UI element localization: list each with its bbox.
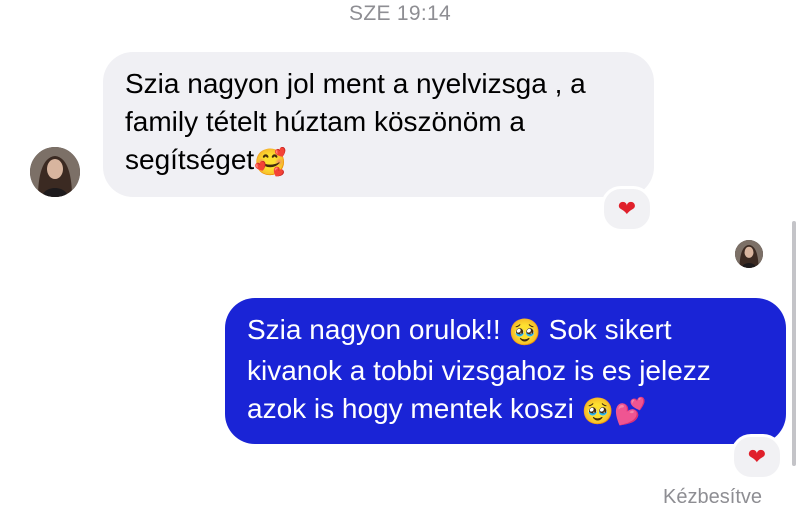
chat-thread: SZE 19:14 Szia nagyon jol ment a nyelviz… [0, 0, 800, 521]
message-timestamp: SZE 19:14 [349, 2, 451, 25]
heart-icon: ❤ [747, 444, 767, 469]
sender-avatar[interactable] [30, 147, 80, 197]
scrollbar[interactable] [792, 221, 796, 466]
smiling-face-with-hearts-emoji: 🥰 [254, 148, 287, 178]
outgoing-message-line: kivanok a tobbi vizsgahoz is es jelezz [247, 355, 711, 386]
outgoing-message-line: Szia nagyon orulok!! 🥹 Sok sikert [247, 311, 764, 352]
incoming-message-bubble[interactable]: Szia nagyon jol ment a nyelvizsga , a fa… [103, 52, 654, 197]
outgoing-message-bubble[interactable]: Szia nagyon orulok!! 🥹 Sok sikert kivano… [225, 298, 786, 444]
heart-reaction-outgoing[interactable]: ❤ [731, 434, 783, 480]
two-hearts-emoji: 💕 [613, 397, 647, 427]
heart-reaction-incoming[interactable]: ❤ [601, 186, 653, 232]
pleading-face-emoji: 🥹 [581, 397, 614, 427]
outgoing-message-text: Sok sikert [540, 314, 672, 345]
delivery-status: Kézbesítve [663, 486, 762, 508]
outgoing-message-line: azok is hogy mentek koszi 🥹💕 [247, 390, 764, 431]
incoming-message-line: family tételt húztam köszönöm a [125, 106, 525, 137]
heart-icon: ❤ [617, 196, 637, 221]
incoming-message-line: segítséget🥰 [125, 141, 632, 182]
outgoing-message-text: azok is hogy mentek koszi [247, 393, 582, 424]
outgoing-message-text: Szia nagyon orulok!! [247, 314, 509, 345]
incoming-message-text: segítséget [125, 144, 255, 175]
incoming-message-line: Szia nagyon jol ment a nyelvizsga , a [125, 68, 586, 99]
pleading-face-emoji: 🥹 [508, 318, 541, 348]
seen-avatar [735, 240, 763, 268]
